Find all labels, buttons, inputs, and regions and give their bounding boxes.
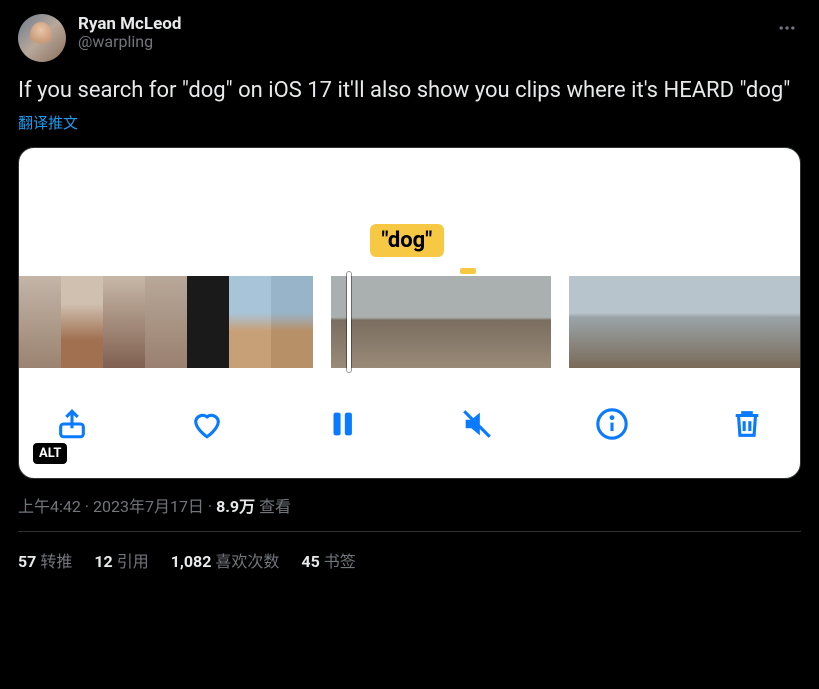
stat-bookmarks[interactable]: 45 书签 bbox=[301, 548, 355, 572]
caption-marker bbox=[460, 268, 476, 274]
clip-group[interactable] bbox=[19, 276, 313, 368]
pause-icon bbox=[325, 407, 359, 441]
delete-button[interactable] bbox=[730, 407, 764, 441]
trash-icon bbox=[730, 407, 764, 441]
stat-quotes[interactable]: 12 引用 bbox=[94, 548, 148, 572]
thumbnail-frame bbox=[331, 276, 386, 368]
thumbnail-frame bbox=[611, 276, 653, 368]
thumbnail-frame bbox=[271, 276, 313, 368]
video-timeline[interactable] bbox=[19, 276, 800, 368]
playhead[interactable] bbox=[347, 272, 351, 372]
thumbnail-frame bbox=[187, 276, 229, 368]
alt-badge[interactable]: ALT bbox=[33, 443, 67, 464]
stat-likes[interactable]: 1,082喜欢次数 bbox=[171, 548, 280, 572]
tweet-text: If you search for "dog" on iOS 17 it'll … bbox=[18, 76, 801, 106]
handle: @warpling bbox=[78, 32, 761, 51]
thumbnail-frame bbox=[19, 276, 61, 368]
media-toolbar bbox=[19, 388, 800, 478]
thumbnail-frame bbox=[441, 276, 496, 368]
meta-views-label: 查看 bbox=[255, 497, 291, 516]
stat-retweets[interactable]: 57转推 bbox=[18, 548, 72, 572]
more-icon bbox=[777, 18, 797, 38]
tweet-stats: 57转推 12 引用 1,082喜欢次数 45 书签 bbox=[18, 532, 801, 572]
caption-bubble: "dog" bbox=[370, 224, 445, 257]
thumbnail-frame bbox=[496, 276, 551, 368]
tweet-meta[interactable]: 上午4:42 · 2023年7月17日 · 8.9万 查看 bbox=[18, 493, 801, 517]
stat-label: 引用 bbox=[117, 552, 149, 571]
stat-number: 12 bbox=[94, 552, 112, 571]
author-names[interactable]: Ryan McLeod @warpling bbox=[78, 14, 761, 51]
thumbnail-frame bbox=[653, 276, 695, 368]
meta-views-count: 8.9万 bbox=[216, 497, 255, 516]
meta-date: 2023年7月17日 bbox=[93, 497, 204, 516]
thumbnail-frame bbox=[103, 276, 145, 368]
meta-dot: · bbox=[81, 497, 93, 516]
speaker-muted-icon bbox=[460, 407, 494, 441]
stat-number: 1,082 bbox=[171, 552, 212, 571]
info-button[interactable] bbox=[595, 407, 629, 441]
thumbnail-frame bbox=[695, 276, 737, 368]
stat-number: 45 bbox=[301, 552, 319, 571]
thumbnail-frame bbox=[779, 276, 801, 368]
meta-time: 上午4:42 bbox=[18, 497, 81, 516]
tweet-header: Ryan McLeod @warpling bbox=[18, 14, 801, 62]
translate-link[interactable]: 翻译推文 bbox=[18, 112, 801, 133]
thumbnail-frame bbox=[569, 276, 611, 368]
thumbnail-frame bbox=[61, 276, 103, 368]
tweet-container: Ryan McLeod @warpling If you search for … bbox=[0, 0, 819, 572]
pause-button[interactable] bbox=[325, 407, 359, 441]
share-icon bbox=[55, 407, 89, 441]
stat-number: 57 bbox=[18, 552, 36, 571]
more-button[interactable] bbox=[773, 14, 801, 42]
like-button[interactable] bbox=[190, 407, 224, 441]
thumbnail-frame bbox=[386, 276, 441, 368]
thumbnail-frame bbox=[145, 276, 187, 368]
heart-icon bbox=[190, 407, 224, 441]
avatar[interactable] bbox=[18, 14, 66, 62]
stat-label: 书签 bbox=[324, 552, 356, 571]
share-button[interactable] bbox=[55, 407, 89, 441]
mute-button[interactable] bbox=[460, 407, 494, 441]
media-attachment[interactable]: "dog" bbox=[18, 147, 801, 479]
display-name: Ryan McLeod bbox=[78, 14, 761, 34]
thumbnail-frame bbox=[737, 276, 779, 368]
meta-dot: · bbox=[204, 497, 216, 516]
info-icon bbox=[595, 407, 629, 441]
thumbnail-frame bbox=[229, 276, 271, 368]
clip-group[interactable] bbox=[569, 276, 801, 368]
clip-group-active[interactable] bbox=[331, 276, 551, 368]
stat-label: 转推 bbox=[40, 552, 72, 571]
stat-label: 喜欢次数 bbox=[215, 552, 279, 571]
